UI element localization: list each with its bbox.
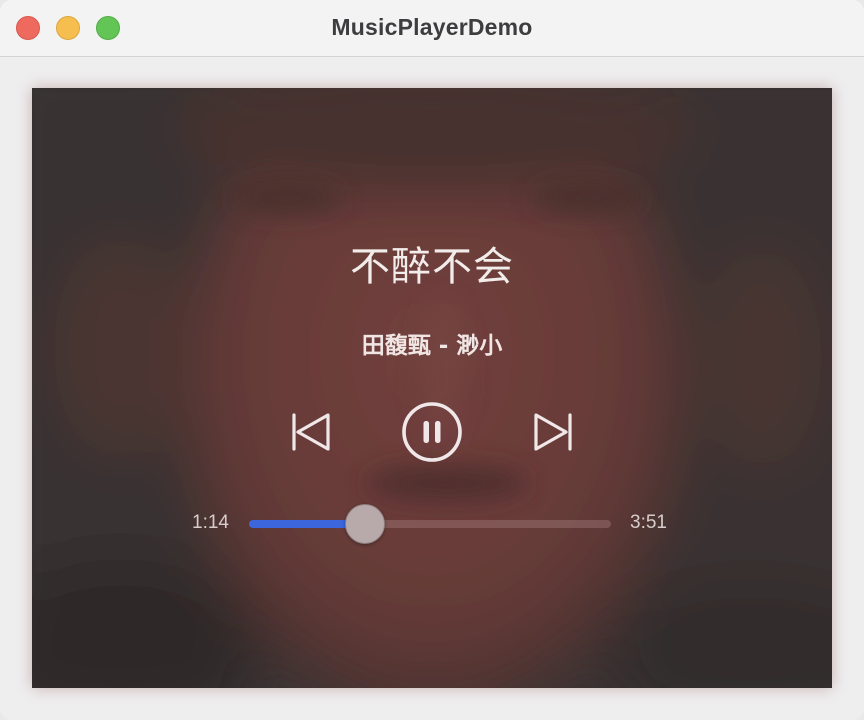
skip-back-icon bbox=[292, 413, 330, 451]
next-track-button[interactable] bbox=[520, 400, 584, 464]
skip-forward-icon bbox=[534, 413, 572, 451]
song-title: 不醉不会 bbox=[350, 244, 514, 290]
play-pause-button[interactable] bbox=[400, 400, 464, 464]
progress-slider[interactable] bbox=[249, 504, 611, 544]
progress-slider-thumb[interactable] bbox=[344, 504, 385, 544]
title-bar: MusicPlayerDemo bbox=[0, 0, 864, 57]
app-window: MusicPlayerDemo 不醉不会 田馥甄 - 渺小 1:14 3:51 bbox=[0, 0, 864, 720]
elapsed-time: 1:14 bbox=[192, 512, 229, 533]
blurred-album-artwork bbox=[32, 88, 832, 688]
pause-circle-icon bbox=[402, 402, 462, 462]
artist-album-label: 田馥甄 - 渺小 bbox=[361, 333, 503, 359]
previous-track-button[interactable] bbox=[280, 400, 344, 464]
music-player-panel: 不醉不会 田馥甄 - 渺小 1:14 3:51 bbox=[32, 88, 832, 688]
total-duration: 3:51 bbox=[630, 512, 667, 533]
window-title: MusicPlayerDemo bbox=[331, 14, 533, 40]
